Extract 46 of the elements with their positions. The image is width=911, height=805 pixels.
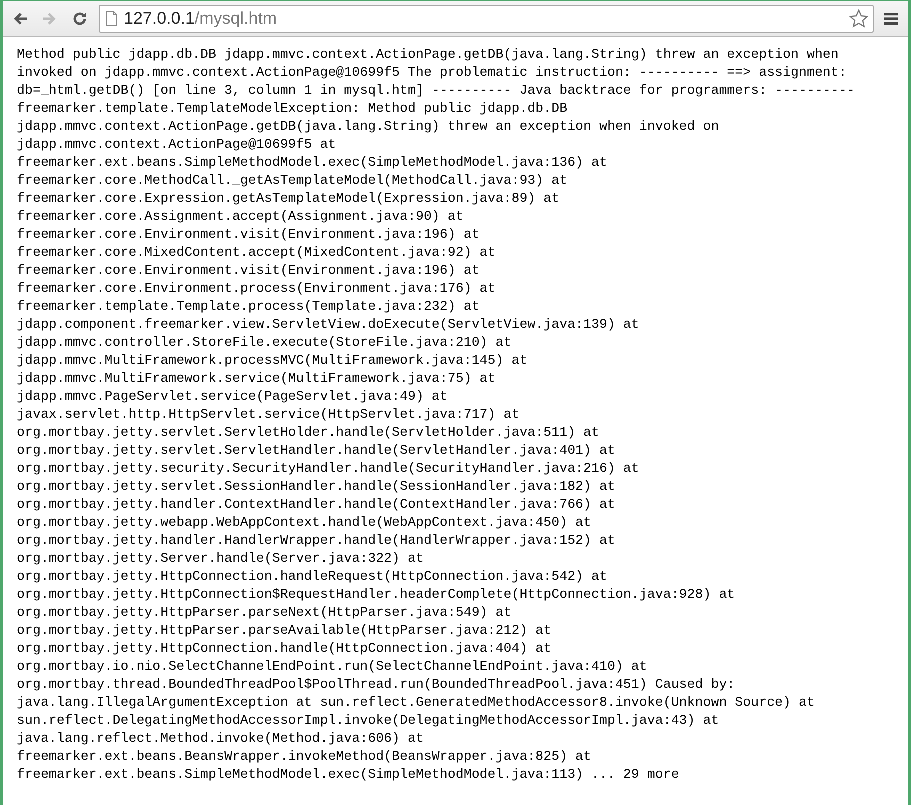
error-text-line: org.mortbay.jetty.HttpConnection$RequestHandler.headerComplete(HttpConnection.java:928) at [17,586,736,604]
error-text-line: freemarker.core.Environment.visit(Environment.java:196) at [17,262,481,280]
error-text-line: freemarker.core.Assignment.accept(Assignment.java:90) at [17,208,465,226]
bookmark-star-icon[interactable] [849,8,869,28]
error-text-line: invoked on jdapp.mmvc.context.ActionPage@10699f5 The problematic instruction: ---------- ==> assignment: [17,64,848,82]
error-text-line: freemarker.ext.beans.SimpleMethodModel.exec(SimpleMethodModel.java:136) at [17,154,608,172]
error-text-line: org.mortbay.jetty.HttpParser.parseNext(HttpParser.java:549) at [17,604,513,622]
menu-icon [884,12,898,26]
error-text-line: jdapp.mmvc.context.ActionPage.getDB(java.lang.String) threw an exception when invoked on [17,118,720,136]
address-bar[interactable]: 127.0.0.1/mysql.htm [99,4,874,32]
error-text-line: db=_html.getDB() [on line 3, column 1 in mysql.htm] ---------- Java backtrace for programmers: ---------- [17,82,856,100]
error-text-line: org.mortbay.jetty.webapp.WebAppContext.handle(WebAppContext.java:450) at [17,514,593,532]
error-text-line: freemarker.core.Expression.getAsTemplateModel(Expression.java:89) at [17,190,561,208]
error-text-line: jdapp.mmvc.controller.StoreFile.execute(StoreFile.java:210) at [17,334,513,352]
error-text-line: org.mortbay.jetty.handler.HandlerWrapper.handle(HandlerWrapper.java:152) at [17,532,616,550]
error-text-line: org.mortbay.jetty.HttpParser.parseAvailable(HttpParser.java:212) at [17,622,553,640]
error-text-line: java.lang.reflect.Method.invoke(Method.java:606) at [17,730,425,748]
error-text-line: freemarker.ext.beans.SimpleMethodModel.exec(SimpleMethodModel.java:113) ... 29 more [17,766,680,784]
error-text-line: jdapp.mmvc.context.ActionPage@10699f5 at [17,136,338,154]
error-text-line: freemarker.template.Template.process(Template.java:232) at [17,298,481,316]
error-text-line: freemarker.ext.beans.BeansWrapper.invokeMethod(BeansWrapper.java:825) at [17,748,593,766]
page-icon [106,11,118,26]
error-text-line: freemarker.core.MixedContent.accept(MixedContent.java:92) at [17,244,497,262]
error-text-line: Method public jdapp.db.DB jdapp.mmvc.context.ActionPage.getDB(java.lang.String) threw an exception when [17,46,840,64]
error-text-line: org.mortbay.io.nio.SelectChannelEndPoint.run(SelectChannelEndPoint.java:410) at [17,658,648,676]
error-text-line: org.mortbay.jetty.security.SecurityHandler.handle(SecurityHandler.java:216) at [17,460,640,478]
error-text-line: freemarker.core.Environment.process(Environment.java:176) at [17,280,497,298]
error-text-line: org.mortbay.jetty.servlet.ServletHandler.handle(ServletHandler.java:401) at [17,442,616,460]
error-text-line: freemarker.core.Environment.visit(Environment.java:196) at [17,226,481,244]
url-text: 127.0.0.1/mysql.htm [124,8,278,30]
error-text-line: jdapp.component.freemarker.view.ServletView.doExecute(ServletView.java:139) at [17,316,640,334]
error-text-line: org.mortbay.jetty.handler.ContextHandler.handle(ContextHandler.java:766) at [17,496,616,514]
error-text-line: freemarker.core.MethodCall._getAsTemplateModel(MethodCall.java:93) at [17,172,569,190]
error-text-line: freemarker.template.TemplateModelException: Method public jdapp.db.DB [17,100,569,118]
error-text-line: org.mortbay.jetty.HttpConnection.handle(HttpConnection.java:404) at [17,640,553,658]
error-text-line: java.lang.IllegalArgumentException at sun.reflect.GeneratedMethodAccessor8.invoke(Unknown Source) at [17,694,816,712]
error-text-line: org.mortbay.jetty.Server.handle(Server.java:322) at [17,550,425,568]
error-text-line: org.mortbay.jetty.servlet.ServletHolder.handle(ServletHolder.java:511) at [17,424,600,442]
error-text-line: sun.reflect.DelegatingMethodAccessorImpl.invoke(DelegatingMethodAccessorImpl.java:43) at [17,712,720,730]
error-text-line: jdapp.mmvc.MultiFramework.processMVC(MultiFramework.java:145) at [17,352,529,370]
error-text-line: javax.servlet.http.HttpServlet.service(HttpServlet.java:717) at [17,406,521,424]
error-text-line: org.mortbay.jetty.servlet.SessionHandler.handle(SessionHandler.java:182) at [17,478,616,496]
error-text-line: org.mortbay.jetty.HttpConnection.handleRequest(HttpConnection.java:542) at [17,568,608,586]
error-text-line: jdapp.mmvc.PageServlet.service(PageServlet.java:49) at [17,388,449,406]
error-text-line: org.mortbay.thread.BoundedThreadPool$PoolThread.run(BoundedThreadPool.java:451) Caused by: [17,676,736,694]
error-text-line: jdapp.mmvc.MultiFramework.service(MultiFramework.java:75) at [17,370,497,388]
